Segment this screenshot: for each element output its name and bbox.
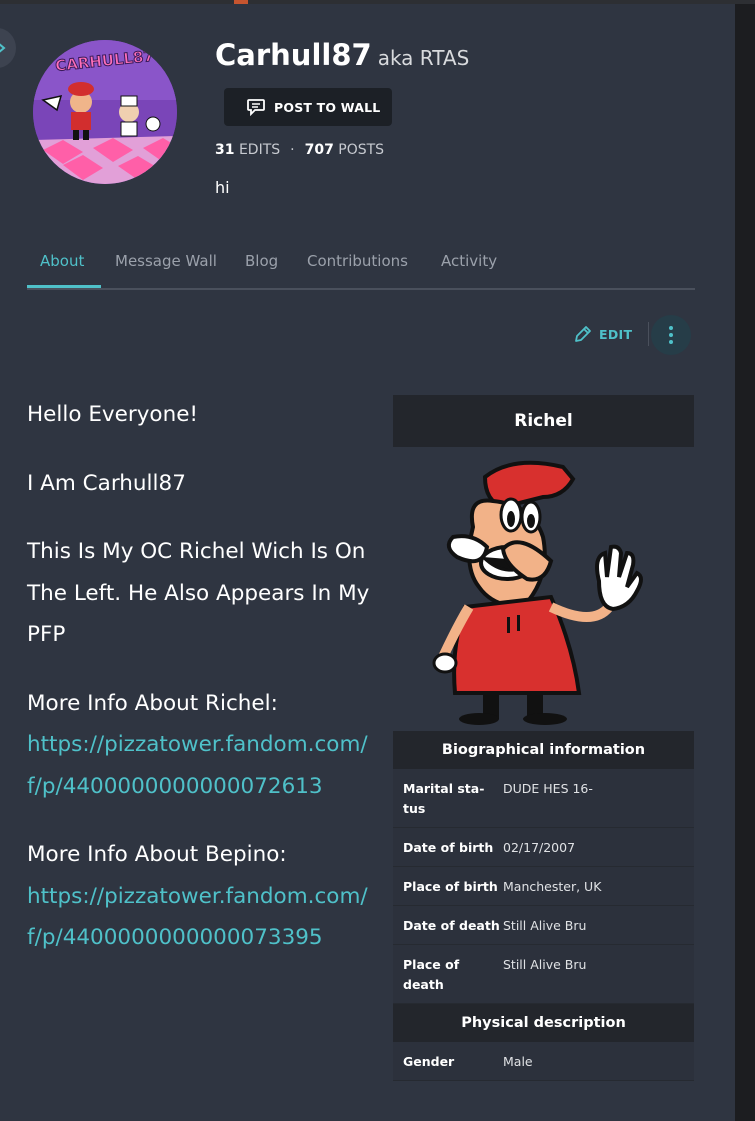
speech-bubble-icon [247, 99, 265, 116]
kebab-menu-icon [669, 326, 673, 344]
intro-text: I Am Carhull87 [27, 470, 186, 496]
avatar-image: CARHULL87 [33, 40, 177, 184]
aka-text: aka RTAS [378, 46, 470, 70]
infobox-row: Marital sta-tus DUDE HES 16- [393, 769, 694, 828]
profile-panel: CARHULL87 Carhull87 aka RTAS POST TO WALL… [0, 4, 735, 1121]
infobox-row: Date of death Still Alive Bru [393, 906, 694, 945]
richel-link[interactable]: https://pizzatower.fandom.com/f/p/440000… [27, 732, 368, 799]
more-options-button[interactable] [651, 315, 691, 355]
aka-prefix: aka [377, 46, 414, 70]
place-of-death-value: Still Alive Bru [503, 957, 587, 972]
bepino-info: More Info About Bepino: https://pizzatowe… [27, 834, 372, 959]
character-illustration [432, 460, 643, 725]
infobox-row: Date of birth 02/17/2007 [393, 828, 694, 867]
aka-name: RTAS [419, 46, 470, 70]
infobox-image[interactable] [393, 447, 694, 731]
posts-count: 707 [304, 142, 334, 158]
infobox-title: Richel [393, 395, 694, 447]
date-of-death-label: Date of death [403, 918, 500, 933]
tab-activity[interactable]: Activity [441, 252, 497, 270]
tab-message-wall[interactable]: Message Wall [115, 252, 217, 270]
date-of-death-value: Still Alive Bru [503, 918, 587, 933]
post-to-wall-label: POST TO WALL [274, 99, 381, 115]
profile-bio: hi [215, 178, 230, 197]
post-to-wall-button[interactable]: POST TO WALL [224, 88, 392, 126]
username-text: Carhull87 [215, 38, 372, 72]
stats-separator: · [290, 142, 295, 158]
infobox-row: Gender Male [393, 1042, 694, 1081]
richel-info: More Info About Richel: https://pizzatowe… [27, 683, 372, 808]
edits-label: EDITS [238, 142, 281, 158]
infobox-row: Place of death Still Alive Bru [393, 945, 694, 1004]
character-infobox: Richel Biographical information Marital … [393, 395, 694, 1081]
place-of-birth-value: Manchester, UK [503, 879, 602, 894]
profile-stats: 31 EDITS · 707 POSTS [215, 142, 384, 158]
pencil-icon [575, 326, 591, 342]
physical-section-header: Physical description [393, 1004, 694, 1042]
tab-about[interactable]: About [40, 252, 84, 270]
richel-heading: More Info About Richel: [27, 690, 278, 716]
avatar[interactable]: CARHULL87 [33, 40, 177, 184]
biographical-section-header: Biographical information [393, 731, 694, 769]
gender-value: Male [503, 1054, 533, 1069]
infobox-row: Place of birth Manchester, UK [393, 867, 694, 906]
edit-button[interactable]: EDIT [573, 324, 632, 344]
edits-count: 31 [215, 142, 235, 158]
posts-label: POSTS [338, 142, 385, 158]
tab-blog[interactable]: Blog [245, 252, 278, 270]
chevron-right-icon [0, 43, 6, 53]
marital-status-label: Marital sta-tus [403, 781, 485, 816]
place-of-death-label: Place of death [403, 957, 460, 992]
profile-tabs: About Message Wall Blog Contributions Ac… [27, 248, 695, 290]
sidebar-toggle-button[interactable] [0, 28, 16, 68]
profile-username: Carhull87 aka RTAS [215, 38, 469, 72]
action-divider [648, 322, 649, 346]
place-of-birth-label: Place of birth [403, 879, 498, 894]
bepino-heading: More Info About Bepino: [27, 842, 287, 867]
date-of-birth-value: 02/17/2007 [503, 840, 576, 855]
tab-contributions[interactable]: Contributions [307, 252, 408, 270]
active-tab-indicator [27, 285, 101, 288]
greeting-text: Hello Everyone! [27, 402, 199, 427]
oc-description: This Is My OC Richel Wich Is On The Left… [27, 539, 370, 647]
gender-label: Gender [403, 1054, 455, 1069]
marital-status-value: DUDE HES 16- [503, 781, 593, 796]
date-of-birth-label: Date of birth [403, 840, 494, 855]
about-content: Hello Everyone! I Am Carhull87 This Is M… [27, 394, 372, 986]
bepino-link[interactable]: https://pizzatower.fandom.com/f/p/440000… [27, 884, 368, 951]
edit-label: EDIT [599, 326, 633, 342]
